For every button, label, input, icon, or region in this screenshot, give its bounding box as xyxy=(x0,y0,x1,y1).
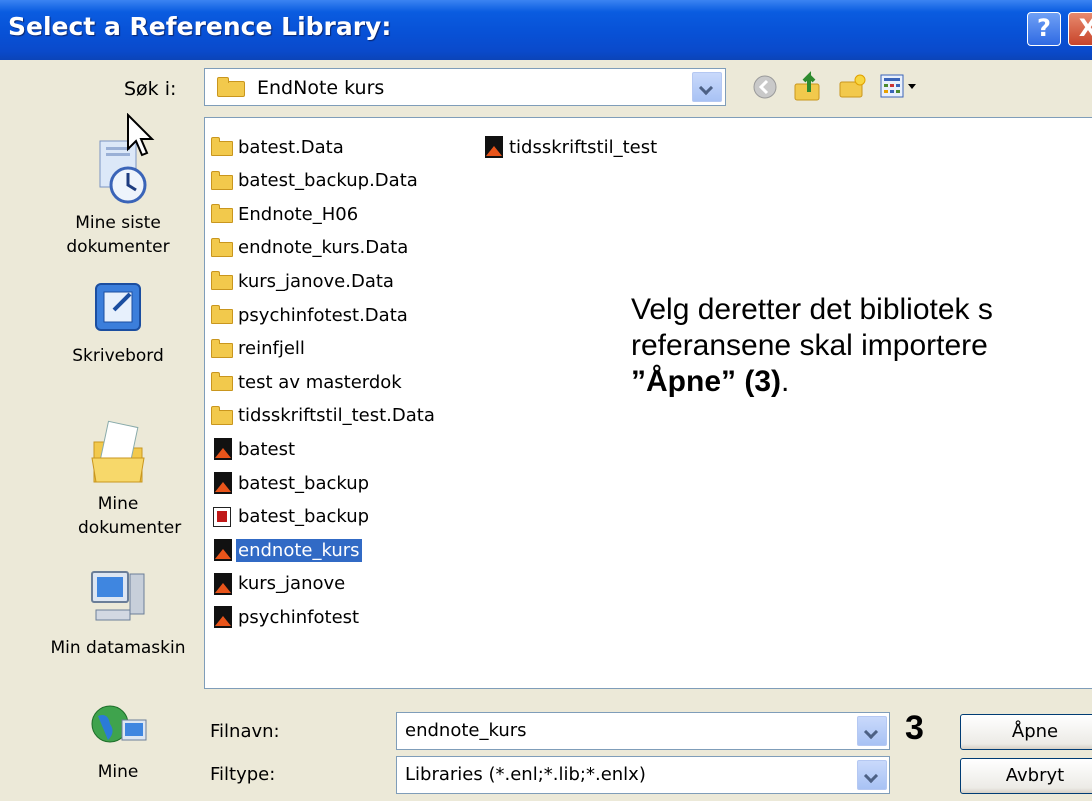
file-name: batest_backup xyxy=(238,506,370,528)
filename-value: endnote_kurs xyxy=(405,720,527,741)
look-in-label: Søk i: xyxy=(124,78,177,100)
back-icon[interactable] xyxy=(752,74,778,100)
filetype-label: Filtype: xyxy=(210,764,276,785)
folder-item[interactable]: kurs_janove.Data xyxy=(211,266,396,296)
folder-item[interactable]: tidsskriftstil_test.Data xyxy=(211,401,437,431)
my-documents-icon xyxy=(91,420,145,483)
folder-item[interactable]: test av masterdok xyxy=(211,367,404,397)
folder-icon xyxy=(211,170,233,192)
library-file-item[interactable]: psychinfotest xyxy=(211,602,361,632)
instruction-line-3-rest: . xyxy=(781,365,790,398)
folder-icon xyxy=(211,203,233,225)
filetype-dropdown-arrow[interactable] xyxy=(857,760,887,790)
my-computer-icon xyxy=(91,571,145,621)
library-file-item[interactable]: kurs_janove xyxy=(211,569,347,599)
filename-label: Filnavn: xyxy=(210,721,280,742)
folder-item[interactable]: Endnote_H06 xyxy=(211,199,360,229)
instruction-open-ref: ”Åpne” (3) xyxy=(631,365,781,398)
place-my-documents-label: Mine dokumenter xyxy=(78,494,182,538)
instruction-line-3: ”Åpne” (3). xyxy=(631,364,993,400)
new-folder-icon[interactable] xyxy=(838,72,868,102)
endnote-library-icon xyxy=(211,572,233,595)
endnote-library-icon xyxy=(482,136,504,158)
place-recent-documents[interactable]: Mine siste dokumenter xyxy=(48,137,188,259)
cancel-button[interactable]: Avbryt xyxy=(960,758,1092,794)
close-button[interactable]: X xyxy=(1068,12,1092,46)
place-desktop[interactable]: Skrivebord xyxy=(48,280,188,368)
endnote-library-icon xyxy=(211,438,233,461)
filetype-dropdown[interactable]: Libraries (*.enl;*.lib;*.enlx) xyxy=(396,756,890,794)
file-list[interactable]: batest.Data batest_backup.Data Endnote_H06… xyxy=(204,117,1092,689)
place-network-label: Mine xyxy=(97,762,139,782)
place-network[interactable]: Mine xyxy=(48,698,188,784)
file-name: batest_backup.Data xyxy=(238,170,418,192)
instruction-text: Velg deretter det bibliotek s referansen… xyxy=(631,292,993,400)
file-name: psychinfotest xyxy=(238,606,360,628)
folder-item[interactable]: reinfjell xyxy=(211,334,307,364)
folder-item[interactable]: psychinfotest.Data xyxy=(211,300,410,330)
mouse-cursor-icon xyxy=(127,113,155,157)
file-name: test av masterdok xyxy=(238,371,402,393)
filename-dropdown-arrow[interactable] xyxy=(857,716,887,746)
folder-item[interactable]: batest_backup.Data xyxy=(211,166,420,196)
help-button[interactable]: ? xyxy=(1027,12,1061,46)
up-folder-icon[interactable] xyxy=(793,70,823,102)
library-file-item[interactable]: batest_backup xyxy=(211,502,371,532)
file-name: batest.Data xyxy=(238,136,344,158)
place-my-documents[interactable]: Mine dokumenter xyxy=(48,418,188,540)
filetype-value: Libraries (*.enl;*.lib;*.enlx) xyxy=(405,764,646,785)
open-button[interactable]: Åpne xyxy=(960,714,1092,750)
place-my-computer[interactable]: Min datamaskin xyxy=(48,568,188,660)
file-name: psychinfotest.Data xyxy=(238,304,408,326)
place-my-computer-label: Min datamaskin xyxy=(50,638,186,658)
instruction-line-1: Velg deretter det bibliotek s xyxy=(631,293,993,326)
title-bar: Select a Reference Library: ? X xyxy=(0,0,1092,60)
folder-icon xyxy=(211,304,233,326)
file-name: kurs_janove xyxy=(238,573,346,595)
file-name: endnote_kurs.Data xyxy=(238,237,409,259)
file-name: batest xyxy=(238,438,296,460)
endnote-library-icon xyxy=(211,472,233,494)
file-name: tidsskriftstil_test.Data xyxy=(238,405,435,427)
folder-item[interactable]: batest.Data xyxy=(211,132,346,162)
compressed-library-icon xyxy=(211,506,233,528)
file-name: reinfjell xyxy=(238,338,305,360)
window-title: Select a Reference Library: xyxy=(8,12,392,41)
file-name: batest_backup xyxy=(238,472,370,494)
library-file-item[interactable]: tidsskriftstil_test xyxy=(482,132,659,162)
look-in-dropdown-arrow[interactable] xyxy=(692,72,722,102)
folder-icon xyxy=(211,270,233,292)
folder-icon xyxy=(217,77,245,97)
network-places-icon xyxy=(91,705,147,743)
view-menu-icon[interactable] xyxy=(880,74,920,100)
endnote-library-icon xyxy=(211,606,233,629)
folder-icon xyxy=(211,405,233,427)
file-name: kurs_janove.Data xyxy=(238,270,394,292)
place-recent-documents-label: Mine siste dokumenter xyxy=(66,213,170,257)
library-file-item[interactable]: batest xyxy=(211,434,297,464)
file-name: endnote_kurs xyxy=(236,538,362,562)
filename-input[interactable]: endnote_kurs xyxy=(396,712,890,750)
look-in-dropdown[interactable]: EndNote kurs xyxy=(204,68,726,106)
file-name: Endnote_H06 xyxy=(238,203,359,225)
file-name: tidsskriftstil_test xyxy=(509,136,658,158)
look-in-value: EndNote kurs xyxy=(257,77,385,99)
endnote-library-icon xyxy=(211,539,233,562)
folder-icon xyxy=(211,136,233,158)
folder-icon xyxy=(211,371,233,393)
library-file-item[interactable]: batest_backup xyxy=(211,468,371,498)
folder-icon xyxy=(211,338,233,360)
folder-icon xyxy=(211,237,233,259)
step-number: 3 xyxy=(905,709,924,747)
instruction-line-2: referansene skal importere xyxy=(631,329,988,362)
library-file-item[interactable]: endnote_kurs xyxy=(211,535,362,565)
folder-item[interactable]: endnote_kurs.Data xyxy=(211,233,410,263)
desktop-icon xyxy=(95,283,141,331)
place-desktop-label: Skrivebord xyxy=(72,346,164,366)
